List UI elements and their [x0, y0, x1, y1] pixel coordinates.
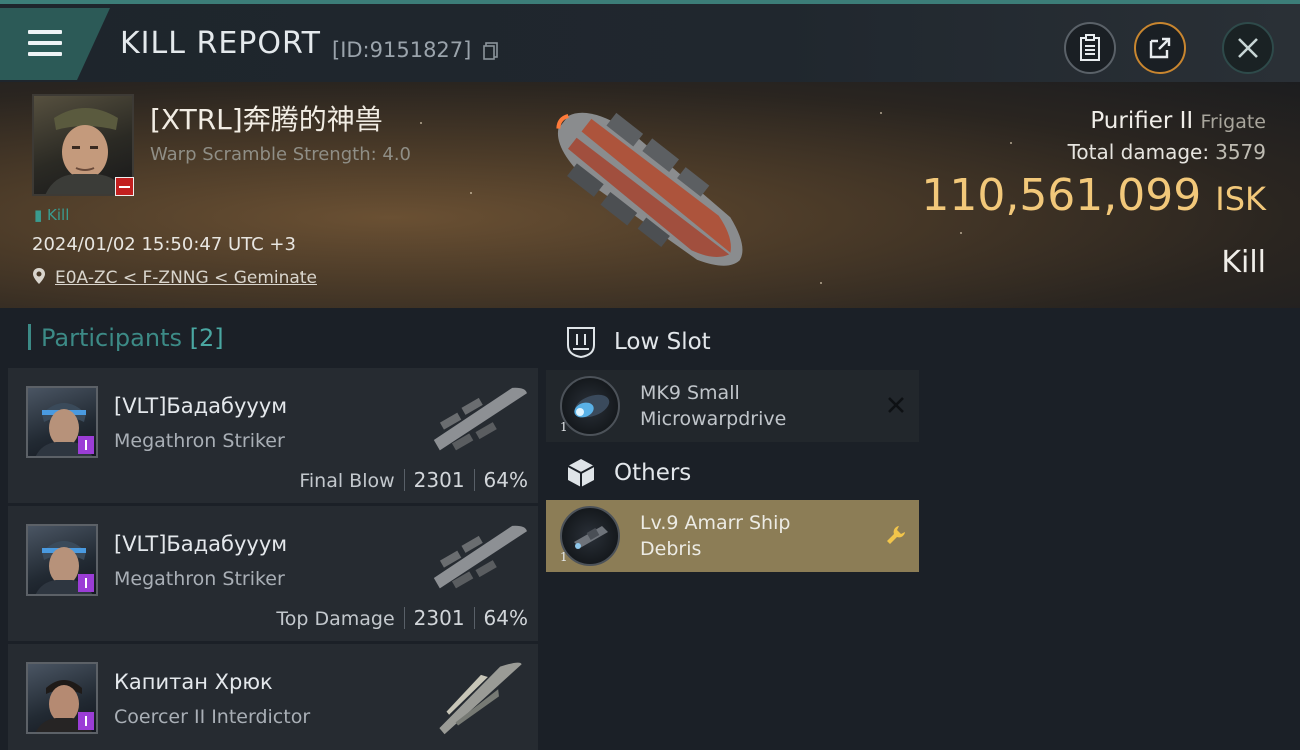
corp-badge	[78, 436, 94, 454]
victim-ship-type: Purifier II Frigate	[1090, 108, 1266, 134]
close-icon	[1238, 38, 1258, 58]
microwarpdrive-icon	[574, 394, 610, 418]
participants-count: [2]	[189, 324, 224, 352]
others-header: Others	[546, 441, 1300, 505]
isk-unit: ISK	[1215, 180, 1266, 218]
participant-role: Final Blow	[299, 470, 395, 492]
participant-row[interactable]: [VLT]Бадабууум Megathron Striker Final B…	[8, 368, 538, 503]
cargo-icon	[560, 506, 620, 566]
cargo-quantity: 1	[560, 550, 568, 564]
module-icon	[560, 376, 620, 436]
warp-scramble-strength: Warp Scramble Strength: 4.0	[150, 144, 412, 165]
participants-list: [VLT]Бадабууум Megathron Striker Final B…	[8, 368, 538, 750]
module-name-line2: Microwarpdrive	[640, 408, 787, 430]
kill-tag: ▮ Kill	[34, 206, 70, 224]
cargo-item[interactable]: 1 Lv.9 Amarr Ship Debris	[546, 500, 919, 572]
kill-tag-label: Kill	[47, 206, 70, 224]
share-icon	[1149, 37, 1171, 59]
location-pin-icon	[33, 268, 45, 284]
destroyed-icon	[888, 397, 904, 413]
location-link[interactable]: E0A-ZC < F-ZNNG < Geminate	[55, 268, 317, 288]
total-damage: Total damage: 3579	[1068, 140, 1266, 164]
participant-ship-image	[439, 662, 522, 735]
low-slot-header: Low Slot	[546, 310, 1300, 374]
copy-icon[interactable]	[483, 42, 499, 60]
page-title: KILL REPORT	[120, 26, 321, 61]
ship-class: Frigate	[1200, 111, 1266, 133]
participant-ship-image	[433, 387, 527, 451]
corp-badge	[78, 712, 94, 730]
others-label: Others	[614, 460, 692, 486]
participant-ship-image	[433, 525, 527, 589]
outcome-label: Kill	[1221, 245, 1266, 280]
participant-ship: Megathron Striker	[114, 430, 285, 452]
ship-name: Purifier II	[1090, 108, 1194, 134]
participant-name: [VLT]Бадабууум	[114, 532, 288, 556]
cargo-name-line2: Debris	[640, 538, 702, 560]
participant-name: Капитан Хрюк	[114, 670, 273, 694]
ship-debris-icon	[574, 526, 608, 549]
participant-damage: 2301	[413, 606, 465, 630]
module-item[interactable]: 1 MK9 Small Microwarpdrive	[546, 370, 919, 442]
participants-heading: Participants [2]	[28, 324, 224, 352]
victim-ship-image	[556, 112, 743, 266]
module-name-line1: MK9 Small	[640, 382, 740, 404]
total-damage-value: 3579	[1215, 140, 1266, 164]
participant-stats: Final Blow 2301 64%	[299, 468, 528, 492]
participant-percent: 64%	[483, 468, 528, 492]
corp-badge	[78, 574, 94, 592]
hostile-status-badge	[115, 177, 134, 196]
kill-datetime: 2024/01/02 15:50:47 UTC +3	[32, 234, 296, 255]
share-button[interactable]	[1134, 22, 1186, 74]
victim-name: [XTRL]奔腾的神兽	[150, 103, 383, 136]
participant-name: [VLT]Бадабууум	[114, 394, 288, 418]
module-quantity: 1	[560, 420, 568, 434]
participant-row[interactable]: [VLT]Бадабууум Megathron Striker Top Dam…	[8, 506, 538, 641]
cargo-name-line1: Lv.9 Amarr Ship	[640, 512, 791, 534]
participant-damage: 2301	[413, 468, 465, 492]
participant-percent: 64%	[483, 606, 528, 630]
cube-icon	[567, 459, 595, 487]
report-id: [ID:9151827]	[332, 38, 472, 62]
close-button[interactable]	[1222, 22, 1274, 74]
low-slot-label: Low Slot	[614, 329, 711, 355]
clipboard-button[interactable]	[1064, 22, 1116, 74]
wrench-icon[interactable]	[885, 524, 907, 546]
participant-ship: Megathron Striker	[114, 568, 285, 590]
participant-row[interactable]: Капитан Хрюк Coercer II Interdictor	[8, 644, 538, 750]
participants-label: Participants	[41, 324, 182, 352]
low-slot-icon	[567, 327, 595, 359]
menu-button[interactable]	[0, 8, 110, 80]
isk-value: 110,561,099 ISK	[921, 170, 1266, 221]
total-damage-label: Total damage:	[1067, 140, 1210, 164]
participant-role: Top Damage	[276, 608, 395, 630]
isk-amount: 110,561,099	[921, 170, 1202, 221]
victim-banner: [XTRL]奔腾的神兽 Warp Scramble Strength: 4.0 …	[0, 82, 1300, 308]
clipboard-icon	[1080, 34, 1100, 61]
participant-avatar[interactable]	[26, 524, 98, 596]
hamburger-icon	[28, 30, 62, 58]
participant-stats: Top Damage 2301 64%	[276, 606, 528, 630]
header-bar: KILL REPORT [ID:9151827]	[0, 4, 1300, 82]
participant-ship: Coercer II Interdictor	[114, 706, 311, 728]
participant-avatar[interactable]	[26, 386, 98, 458]
participant-avatar[interactable]	[26, 662, 98, 734]
